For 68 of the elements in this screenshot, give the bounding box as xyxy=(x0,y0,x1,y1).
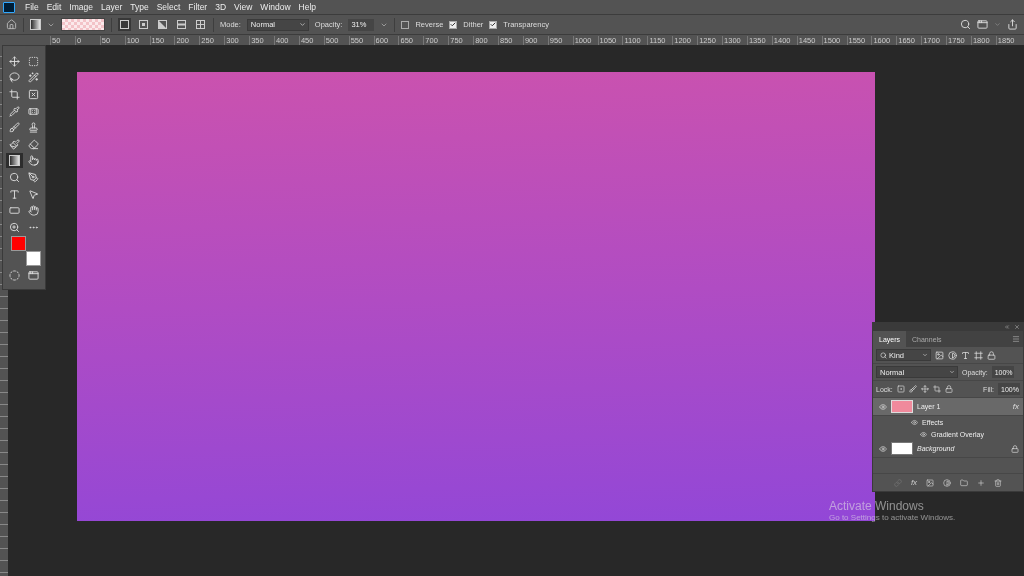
activation-title: Activate Windows xyxy=(829,499,925,513)
menu-item[interactable]: View xyxy=(230,2,257,12)
menu-item[interactable]: 3D xyxy=(211,2,231,12)
fx-icon: fx xyxy=(1012,402,1019,411)
menu-item[interactable]: Edit xyxy=(42,2,66,12)
image-icon[interactable] xyxy=(935,350,944,360)
caret-icon xyxy=(922,352,928,358)
folder-icon[interactable] xyxy=(960,478,969,487)
gradient-preview[interactable] xyxy=(61,18,105,31)
checkbox[interactable] xyxy=(489,20,498,29)
layer-thumbnail xyxy=(891,442,913,455)
caret-icon xyxy=(949,369,955,375)
move-icon[interactable] xyxy=(920,385,929,393)
menu-item[interactable]: Image xyxy=(65,2,97,12)
eye-icon[interactable] xyxy=(911,418,918,426)
finger-icon[interactable] xyxy=(25,153,42,169)
lock-icon[interactable] xyxy=(987,350,996,360)
share-icon[interactable] xyxy=(1007,19,1018,30)
gradient-type-button[interactable] xyxy=(118,18,131,31)
menu-item[interactable]: Select xyxy=(152,2,185,12)
close-icon[interactable] xyxy=(1014,324,1020,330)
eye-icon[interactable] xyxy=(879,402,887,411)
caret-icon xyxy=(298,21,306,28)
gradient-type-button[interactable] xyxy=(175,18,188,31)
menu-item[interactable]: File xyxy=(21,2,43,12)
background-color-swatch[interactable] xyxy=(26,250,41,266)
gradient-icon[interactable] xyxy=(6,153,23,169)
checkbox[interactable] xyxy=(401,20,410,29)
menu-item[interactable]: Window xyxy=(256,2,295,12)
menu-item[interactable]: Filter xyxy=(184,2,212,12)
brush-icon[interactable] xyxy=(6,136,23,152)
mask-icon[interactable] xyxy=(926,478,935,487)
eye-icon[interactable] xyxy=(920,430,927,438)
search-icon[interactable] xyxy=(960,19,971,30)
lock-icon[interactable] xyxy=(944,385,953,393)
menu-item[interactable]: Type xyxy=(126,2,153,12)
menu-item[interactable]: Layer xyxy=(97,2,127,12)
move-icon[interactable] xyxy=(6,53,23,69)
new-layer-icon[interactable] xyxy=(977,478,986,487)
brush-icon[interactable] xyxy=(908,385,917,393)
app-logo-icon xyxy=(3,1,15,13)
gradient-type-button[interactable] xyxy=(156,18,169,31)
collapse-icon[interactable] xyxy=(1004,324,1010,330)
gradient-type-button[interactable] xyxy=(137,18,150,31)
gradient-type-button[interactable] xyxy=(194,18,207,31)
crop-icon[interactable] xyxy=(932,385,941,393)
adjustment-icon[interactable] xyxy=(943,478,952,487)
eye-icon[interactable] xyxy=(879,444,887,453)
trash-icon[interactable] xyxy=(994,478,1003,487)
fx-button[interactable]: fx xyxy=(910,478,918,487)
shape-icon[interactable] xyxy=(974,350,983,360)
lasso-icon[interactable] xyxy=(6,70,23,86)
gradient-icon[interactable] xyxy=(30,19,41,30)
adjustment-icon[interactable] xyxy=(948,350,957,360)
layer-thumbnail xyxy=(891,400,913,413)
type-icon[interactable] xyxy=(961,350,970,360)
checkbox[interactable] xyxy=(449,20,458,29)
home-icon[interactable] xyxy=(6,19,17,30)
hand-icon[interactable] xyxy=(25,203,42,219)
foreground-color-swatch[interactable] xyxy=(11,235,26,251)
search-icon xyxy=(880,351,887,359)
workspace-icon[interactable] xyxy=(977,19,988,30)
wand-icon[interactable] xyxy=(25,70,42,86)
menu-icon[interactable] xyxy=(1012,335,1020,343)
crop-icon[interactable] xyxy=(6,87,23,102)
eyedropper-icon[interactable] xyxy=(6,103,23,119)
checker-icon[interactable] xyxy=(896,385,905,393)
menu-item[interactable]: Help xyxy=(294,2,321,12)
